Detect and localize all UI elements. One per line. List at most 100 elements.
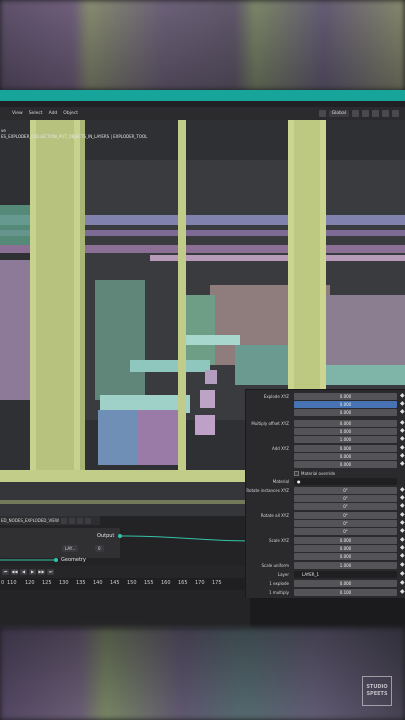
scale-row-y: 0.000 ◆ xyxy=(246,545,405,553)
explode-row: Explode XYZ 0.000 ◆ xyxy=(246,393,405,401)
rotate-all-x-field[interactable]: 0° xyxy=(294,512,397,519)
rotate-all-label: Rotate all XYZ xyxy=(260,513,289,518)
multiply-row-y: 0.000 ◆ xyxy=(246,428,405,436)
scale-z-field[interactable]: 0.000 xyxy=(294,553,397,560)
tick-label: 145 xyxy=(110,580,120,586)
keyframe-icon[interactable]: ◆ xyxy=(400,571,405,577)
play-reverse-icon[interactable]: ◀ xyxy=(20,569,27,575)
keyframe-icon[interactable]: ◆ xyxy=(400,562,405,568)
watermark-line2: SPEETS xyxy=(366,691,388,697)
blurred-background-bottom xyxy=(0,628,405,720)
tick-label: 175 xyxy=(212,580,222,586)
scale-y-field[interactable]: 0.000 xyxy=(294,545,397,552)
layer-field[interactable]: LAYER_1 xyxy=(294,571,397,578)
tick-label: 135 xyxy=(76,580,86,586)
one-explode-field[interactable]: 0.000 xyxy=(294,580,397,587)
scale-row: Scale XYZ 0.000 ◆ xyxy=(246,537,405,545)
rotate-all-y-field[interactable]: 0° xyxy=(294,520,397,527)
menu-select[interactable]: Select xyxy=(29,111,43,116)
keyframe-icon[interactable]: ◆ xyxy=(400,420,405,426)
shading-icon[interactable] xyxy=(392,110,399,117)
explode-y-field[interactable]: 0.000 xyxy=(294,401,397,408)
material-override-checkbox[interactable] xyxy=(294,471,299,476)
tick-label: 125 xyxy=(42,580,52,586)
one-multiply-field[interactable]: 0.100 xyxy=(294,589,397,596)
material-field[interactable]: ● xyxy=(294,478,397,485)
keyframe-icon[interactable]: ◆ xyxy=(400,503,405,509)
multiply-x-field[interactable]: 0.000 xyxy=(294,420,397,427)
blurred-background-top xyxy=(0,0,405,90)
keyframe-icon[interactable]: ◆ xyxy=(400,453,405,459)
add-x-field[interactable]: 0.000 xyxy=(294,445,397,452)
keyframe-icon[interactable]: ◆ xyxy=(400,461,405,467)
tick-label: 160 xyxy=(161,580,171,586)
keyframe-icon[interactable]: ◆ xyxy=(400,495,405,501)
material-override-row: Material override xyxy=(246,470,405,478)
rotate-instances-y-field[interactable]: 0° xyxy=(294,495,397,502)
pivot-icon[interactable] xyxy=(352,110,359,117)
accent-bar xyxy=(0,90,405,101)
proportional-edit-icon[interactable] xyxy=(372,110,379,117)
keyframe-icon[interactable]: ◆ xyxy=(400,445,405,451)
keyframe-icon[interactable]: ◆ xyxy=(400,553,405,559)
rotate-all-z-field[interactable]: 0° xyxy=(294,528,397,535)
add-z-field[interactable]: 0.000 xyxy=(294,461,397,468)
keyframe-icon[interactable]: ◆ xyxy=(400,589,405,595)
keyframe-icon[interactable]: ◆ xyxy=(400,401,405,407)
geometry-socket-label: Geometry xyxy=(61,557,86,563)
keyframe-icon[interactable]: ◆ xyxy=(400,520,405,526)
output-socket-label: Output xyxy=(97,533,115,539)
add-y-field[interactable]: 0.000 xyxy=(294,453,397,460)
next-key-icon[interactable]: ▶▶ xyxy=(38,569,45,575)
watermark-line1: STUDIO xyxy=(366,684,388,690)
scale-uniform-field[interactable]: 1.000 xyxy=(294,562,397,569)
scale-x-field[interactable]: 0.000 xyxy=(294,537,397,544)
keyframe-icon[interactable]: ◆ xyxy=(400,428,405,434)
orientation-dropdown[interactable]: Global xyxy=(328,110,349,117)
transform-icon[interactable] xyxy=(318,110,326,117)
timeline-ruler[interactable]: 0 110 120 125 130 135 140 145 150 155 16… xyxy=(0,578,250,590)
multiply-z-field[interactable]: 1.000 xyxy=(294,436,397,443)
rotate-instances-x-field[interactable]: 0° xyxy=(294,487,397,494)
keyframe-icon[interactable]: ◆ xyxy=(400,393,405,399)
overlay-icon[interactable] xyxy=(382,110,389,117)
scale-row-z: 0.000 ◆ xyxy=(246,553,405,561)
modifier-properties-panel: Explode XYZ 0.000 ◆ 0.000 ◆ 0.000 ◆ Mult… xyxy=(245,389,405,598)
menu-add[interactable]: Add xyxy=(49,111,58,116)
header-tools: Global xyxy=(318,110,405,117)
keyframe-icon[interactable]: ◆ xyxy=(400,436,405,442)
prev-key-icon[interactable]: ◀◀ xyxy=(11,569,18,575)
play-icon[interactable]: ▶ xyxy=(29,569,36,575)
material-row: Material ● xyxy=(246,478,405,486)
multiply-row: Multiply offset XYZ 0.000 ◆ xyxy=(246,420,405,428)
layer-index-field[interactable]: 0 xyxy=(95,545,104,552)
explode-x-field[interactable]: 0.000 xyxy=(294,393,397,400)
layer-field[interactable]: LAY... xyxy=(62,545,79,552)
jump-start-icon[interactable]: ⏮ xyxy=(2,569,9,575)
keyframe-icon[interactable]: ◆ xyxy=(400,580,405,586)
tick-label: 130 xyxy=(59,580,69,586)
multiply-row-z: 1.000 ◆ xyxy=(246,436,405,444)
viewport-info-line2: ES_EXPLODER_COLLECTION_PUT_OBJECTS_IN_LA… xyxy=(1,134,148,139)
keyframe-icon[interactable]: ◆ xyxy=(400,487,405,493)
node-links xyxy=(0,528,250,562)
explode-z-field[interactable]: 0.000 xyxy=(294,409,397,416)
keyframe-icon[interactable]: ◆ xyxy=(400,528,405,534)
rotate-instances-z-field[interactable]: 0° xyxy=(294,503,397,510)
tick-label: 170 xyxy=(195,580,205,586)
timeline-controls: ⏮ ◀◀ ◀ ▶ ▶▶ ⏭ xyxy=(0,566,250,578)
keyframe-icon[interactable]: ◆ xyxy=(400,537,405,543)
scale-uniform-label: Scale uniform xyxy=(261,563,289,568)
keyframe-icon[interactable]: ◆ xyxy=(400,409,405,415)
node-editor[interactable]: ED_NODES_EXPLODED_VIEW Output Geometry L… xyxy=(0,516,250,566)
tick-label: 0 xyxy=(1,580,5,586)
jump-end-icon[interactable]: ⏭ xyxy=(47,569,54,575)
keyframe-icon[interactable]: ◆ xyxy=(400,512,405,518)
snap-icon[interactable] xyxy=(362,110,369,117)
timeline-area[interactable] xyxy=(0,590,250,628)
rotate-inst-row: Rotate instances XYZ 0° ◆ xyxy=(246,487,405,495)
multiply-y-field[interactable]: 0.000 xyxy=(294,428,397,435)
menu-object[interactable]: Object xyxy=(63,111,78,116)
keyframe-icon[interactable]: ◆ xyxy=(400,545,405,551)
menu-view[interactable]: View xyxy=(12,111,23,116)
